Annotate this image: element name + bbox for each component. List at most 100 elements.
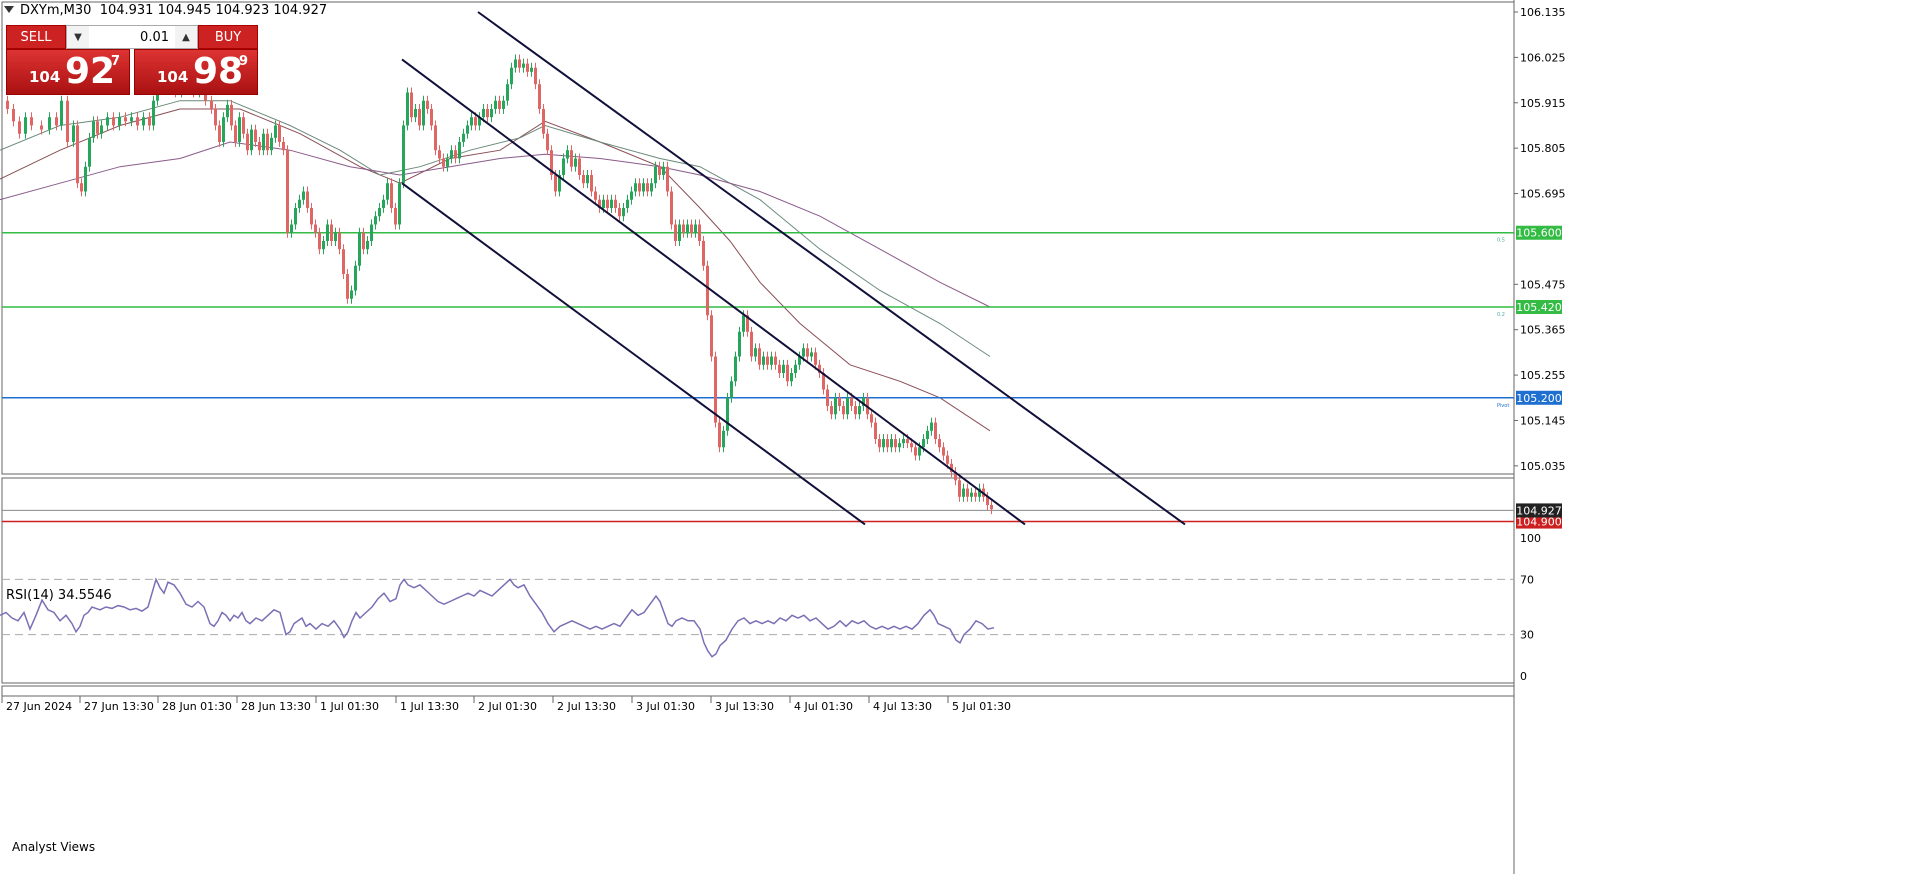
candle-bull <box>654 166 657 184</box>
candle-bull <box>290 224 293 233</box>
candle-bull <box>562 158 565 175</box>
candle-bear <box>578 158 581 175</box>
candle-bear <box>826 389 829 407</box>
channel-line <box>477 11 1186 526</box>
volume-input[interactable] <box>89 28 175 46</box>
candle-bear <box>124 117 127 122</box>
price-tick-label: 105.805 <box>1520 142 1566 155</box>
candle-bull <box>686 224 689 233</box>
candle-bear <box>66 100 69 142</box>
candle-bear <box>330 224 333 241</box>
candle-bear <box>554 174 557 192</box>
candle-bear <box>870 414 873 423</box>
price-chart[interactable]: 0.5 0.2 Pivot 105.600 105.420 105.200 104.900… <box>0 0 1916 874</box>
candle-bear <box>542 108 545 134</box>
chart-menu-icon[interactable] <box>4 6 14 13</box>
grid-frame <box>1 0 1515 874</box>
channel-line <box>401 58 1026 526</box>
candle-bull <box>100 125 103 134</box>
volume-increase-icon[interactable]: ▲ <box>175 26 197 48</box>
candle-bull <box>462 133 465 142</box>
one-click-trading-panel: SELL ▼ ▲ BUY 104 92 7 104 98 9 <box>6 25 258 95</box>
candle-bear <box>518 59 521 68</box>
candle-bear <box>546 133 549 151</box>
candle-bear <box>394 207 397 225</box>
sell-price-box[interactable]: 104 92 7 <box>6 49 130 95</box>
candle-bull <box>586 174 589 184</box>
time-tick-label: 3 Jul 13:30 <box>715 700 774 713</box>
price-tick-label: 105.035 <box>1520 460 1566 473</box>
candle-bear <box>990 505 993 510</box>
time-tick-label: 3 Jul 01:30 <box>636 700 695 713</box>
candle-bull <box>106 117 109 126</box>
buy-button[interactable]: BUY <box>198 25 258 49</box>
rsi-tick-label: 70 <box>1520 573 1534 586</box>
candle-bear <box>418 108 421 126</box>
candle-bear <box>40 125 43 130</box>
candle-bull <box>406 92 409 126</box>
level-price-label: 105.420 <box>1516 301 1562 314</box>
candle-bull <box>24 117 27 134</box>
candle-bear <box>538 84 541 109</box>
buy-price-box[interactable]: 104 98 9 <box>134 49 258 95</box>
candle-bull <box>358 232 361 266</box>
candle-bear <box>362 232 365 250</box>
rsi-tick-label: 100 <box>1520 532 1541 545</box>
candle-bull <box>226 104 229 118</box>
sell-price-small: 104 <box>29 68 61 86</box>
candle-bull <box>88 137 91 167</box>
price-tick-label: 106.025 <box>1520 51 1566 64</box>
buy-price-sup: 9 <box>239 54 249 69</box>
volume-decrease-icon[interactable]: ▼ <box>67 26 89 48</box>
candle-bear <box>842 406 845 415</box>
candle-bull <box>810 352 813 357</box>
candle-bull <box>72 125 75 142</box>
candle-bull <box>262 133 265 151</box>
price-tick-label: 106.135 <box>1520 6 1566 19</box>
candle-bull <box>890 439 893 448</box>
candle-bear <box>314 224 317 233</box>
candle-bear <box>670 191 673 225</box>
price-axis: 105.600 105.420 105.200 104.900104.927 106.1… <box>1514 6 1566 529</box>
candle-bull <box>622 207 625 217</box>
candle-bull <box>762 356 765 365</box>
candle-bear <box>702 240 705 266</box>
sell-price-big: 92 <box>65 51 116 92</box>
candle-bull <box>470 117 473 126</box>
candle-bull <box>802 348 805 357</box>
candle-bull <box>482 108 485 118</box>
time-tick-label: 28 Jun 13:30 <box>241 700 311 713</box>
sell-button[interactable]: SELL <box>6 25 66 49</box>
chart-header: DXYm,M30 104.931 104.945 104.923 104.927 <box>20 3 327 18</box>
candle-bull <box>662 166 665 175</box>
candle-bull <box>84 166 87 192</box>
candle-bull <box>770 356 773 365</box>
time-tick-label: 2 Jul 13:30 <box>557 700 616 713</box>
candle-bear <box>646 183 649 192</box>
price-tick-label: 105.695 <box>1520 188 1566 201</box>
candle-bull <box>130 117 133 122</box>
candle-bear <box>638 183 641 192</box>
time-tick-label: 4 Jul 01:30 <box>794 700 853 713</box>
candle-bull <box>514 59 517 68</box>
candle-bear <box>830 406 833 415</box>
candle-bull <box>642 183 645 192</box>
candle-bear <box>246 133 249 151</box>
candle-bull <box>626 199 629 208</box>
candle-bear <box>426 100 429 109</box>
candles <box>6 54 993 515</box>
candle-bull <box>722 430 725 448</box>
buy-price-small: 104 <box>157 68 189 86</box>
candle-bear <box>814 352 817 365</box>
candle-bear <box>6 100 9 109</box>
candle-bear <box>534 67 537 85</box>
candle-bear <box>682 224 685 233</box>
candle-bull <box>370 224 373 241</box>
candle-bear <box>286 150 289 233</box>
candle-bear <box>914 447 917 456</box>
candle-bear <box>76 125 79 184</box>
candle-bear <box>306 191 309 208</box>
candle-bull <box>918 447 921 456</box>
candle-bear <box>278 125 281 142</box>
candle-bull <box>414 108 417 118</box>
